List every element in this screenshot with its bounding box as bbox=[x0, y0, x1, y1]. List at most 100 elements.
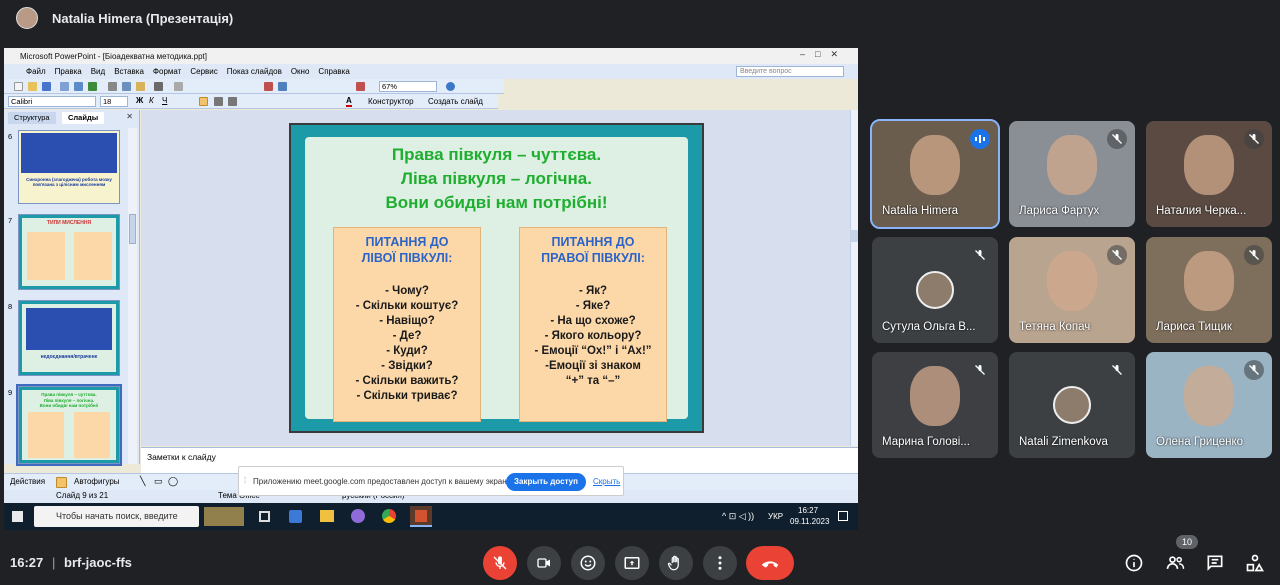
vertical-scrollbar[interactable] bbox=[850, 110, 858, 446]
cut-icon[interactable] bbox=[108, 82, 117, 91]
left-item: - Скільки важить? bbox=[355, 375, 459, 387]
menu-help[interactable]: Справка bbox=[318, 67, 349, 76]
chat-button[interactable] bbox=[1203, 551, 1227, 575]
participant-tile[interactable]: Natali Zimenkova bbox=[1009, 352, 1135, 458]
preview-icon[interactable] bbox=[74, 82, 83, 91]
emoji-icon bbox=[580, 555, 596, 571]
select-pointer-icon[interactable] bbox=[56, 477, 67, 488]
line-tool-icon[interactable]: ╲ bbox=[140, 476, 145, 487]
align-right-icon[interactable] bbox=[228, 97, 237, 106]
screen-share-notification: ⁞ Приложению meet.google.com предоставле… bbox=[238, 466, 624, 496]
color-icon[interactable] bbox=[356, 82, 365, 91]
save-icon[interactable] bbox=[42, 82, 51, 91]
zoom-select[interactable]: 67% bbox=[379, 81, 437, 92]
people-button[interactable] bbox=[1163, 551, 1187, 575]
slide-thumbnail-6[interactable]: Синхронна (злагоджена) робота мозку пов'… bbox=[18, 130, 120, 204]
oval-tool-icon[interactable]: ◯ bbox=[168, 476, 178, 487]
more-options-button[interactable] bbox=[703, 546, 737, 580]
open-icon[interactable] bbox=[28, 82, 37, 91]
tab-slides[interactable]: Слайды bbox=[62, 112, 105, 124]
help-icon[interactable] bbox=[446, 82, 455, 91]
reactions-button[interactable] bbox=[571, 546, 605, 580]
bold-button[interactable]: Ж bbox=[136, 96, 143, 105]
task-view-icon[interactable] bbox=[259, 511, 270, 522]
participant-tile[interactable]: Марина Голові... bbox=[872, 352, 998, 458]
keyboard-language[interactable]: УКР bbox=[768, 512, 783, 521]
pane-scrollbar[interactable] bbox=[128, 128, 137, 464]
left-item: - Звідки? bbox=[381, 360, 433, 372]
chart-icon[interactable] bbox=[264, 82, 273, 91]
menu-file[interactable]: Файл bbox=[26, 67, 46, 76]
menu-slideshow[interactable]: Показ слайдов bbox=[227, 67, 282, 76]
store-icon[interactable] bbox=[289, 510, 302, 523]
participant-tile[interactable]: Тетяна Копач bbox=[1009, 237, 1135, 343]
new-slide-button[interactable]: Создать слайд bbox=[428, 97, 483, 106]
viber-icon[interactable] bbox=[351, 509, 365, 523]
meeting-details-button[interactable] bbox=[1122, 551, 1146, 575]
table-icon[interactable] bbox=[278, 82, 287, 91]
taskbar-time: 16:27 bbox=[798, 506, 819, 515]
participant-tile[interactable]: Олена Гриценко bbox=[1146, 352, 1272, 458]
meeting-header: Natalia Himera (Презентація) bbox=[0, 0, 1280, 36]
leave-call-button[interactable] bbox=[746, 546, 794, 580]
undo-icon[interactable] bbox=[154, 82, 163, 91]
menu-view[interactable]: Вид bbox=[91, 67, 105, 76]
taskbar-search-input[interactable]: Чтобы начать поиск, введите bbox=[34, 506, 199, 527]
drag-handle-icon[interactable]: ⁞ bbox=[244, 476, 246, 485]
font-name-select[interactable]: Calibri bbox=[8, 96, 96, 107]
participant-tile[interactable]: Лариса Фартух bbox=[1009, 121, 1135, 227]
tray-icons[interactable]: ^ ⊡ ◁ )) bbox=[722, 511, 754, 522]
right-header-line1: ПИТАННЯ ДО bbox=[551, 235, 635, 249]
tab-outline[interactable]: Структура bbox=[8, 112, 56, 124]
powerpoint-taskbar-icon[interactable] bbox=[410, 506, 432, 527]
rectangle-tool-icon[interactable]: ▭ bbox=[154, 476, 163, 487]
present-button[interactable] bbox=[615, 546, 649, 580]
designer-button[interactable]: Конструктор bbox=[368, 97, 414, 106]
copy-icon[interactable] bbox=[122, 82, 131, 91]
explorer-icon[interactable] bbox=[320, 510, 334, 522]
present-screen-icon bbox=[624, 557, 640, 569]
print-icon[interactable] bbox=[60, 82, 69, 91]
slide-thumbnail-9[interactable]: Права півкуля – чуттєва. Ліва півкуля – л… bbox=[16, 384, 122, 466]
mic-toggle-button[interactable] bbox=[483, 546, 517, 580]
menu-format[interactable]: Формат bbox=[153, 67, 181, 76]
mic-off-icon bbox=[1244, 360, 1264, 380]
ppt-title-bar: Microsoft PowerPoint - [Біоадекватна мет… bbox=[4, 48, 858, 64]
stop-sharing-button[interactable]: Закрыть доступ bbox=[506, 473, 586, 491]
new-icon[interactable] bbox=[14, 82, 23, 91]
align-center-icon[interactable] bbox=[214, 97, 223, 106]
autoshapes-menu[interactable]: Автофигуры bbox=[74, 477, 120, 486]
italic-button[interactable]: К bbox=[149, 96, 154, 105]
menu-insert[interactable]: Вставка bbox=[114, 67, 144, 76]
right-item: -Емоції зі знаком bbox=[545, 360, 641, 372]
menu-window[interactable]: Окно bbox=[291, 67, 310, 76]
slide-thumbnail-8[interactable]: недоєднання/втрачене bbox=[18, 300, 120, 376]
menu-edit[interactable]: Правка bbox=[55, 67, 82, 76]
help-search-input[interactable]: Введите вопрос bbox=[736, 66, 844, 77]
raise-hand-button[interactable] bbox=[659, 546, 693, 580]
underline-button[interactable]: Ч bbox=[162, 96, 167, 105]
actions-menu[interactable]: Действия bbox=[10, 477, 45, 486]
current-slide[interactable]: Права півкуля – чуттєва. Ліва півкуля – … bbox=[289, 123, 704, 433]
menu-tools[interactable]: Сервис bbox=[190, 67, 217, 76]
slides-pane: Структура Слайды ✕ 6 Синхронна (злагодже… bbox=[4, 110, 140, 466]
chrome-icon[interactable] bbox=[382, 509, 396, 523]
redo-icon[interactable] bbox=[174, 82, 183, 91]
hide-notification-link[interactable]: Скрыть bbox=[593, 477, 620, 486]
pane-close-icon[interactable]: ✕ bbox=[126, 112, 133, 121]
camera-toggle-button[interactable] bbox=[527, 546, 561, 580]
windows-start-icon[interactable] bbox=[12, 511, 23, 522]
slide-thumbnail-7[interactable]: ТИПИ МИСЛЕННЯ bbox=[18, 214, 120, 290]
participant-count-badge: 10 bbox=[1176, 535, 1198, 549]
notifications-icon[interactable] bbox=[838, 511, 848, 521]
spelling-icon[interactable] bbox=[88, 82, 97, 91]
activities-button[interactable] bbox=[1243, 551, 1267, 575]
paste-icon[interactable] bbox=[136, 82, 145, 91]
participant-tile[interactable]: Natalia Himera bbox=[870, 119, 1000, 229]
participant-tile[interactable]: Лариса Тищик bbox=[1146, 237, 1272, 343]
align-left-icon[interactable] bbox=[199, 97, 208, 106]
participant-tile[interactable]: Сутула Ольга В... bbox=[872, 237, 998, 343]
font-color-button[interactable]: A bbox=[346, 96, 352, 107]
font-size-select[interactable]: 18 bbox=[100, 96, 128, 107]
participant-tile[interactable]: Наталия Черка... bbox=[1146, 121, 1272, 227]
